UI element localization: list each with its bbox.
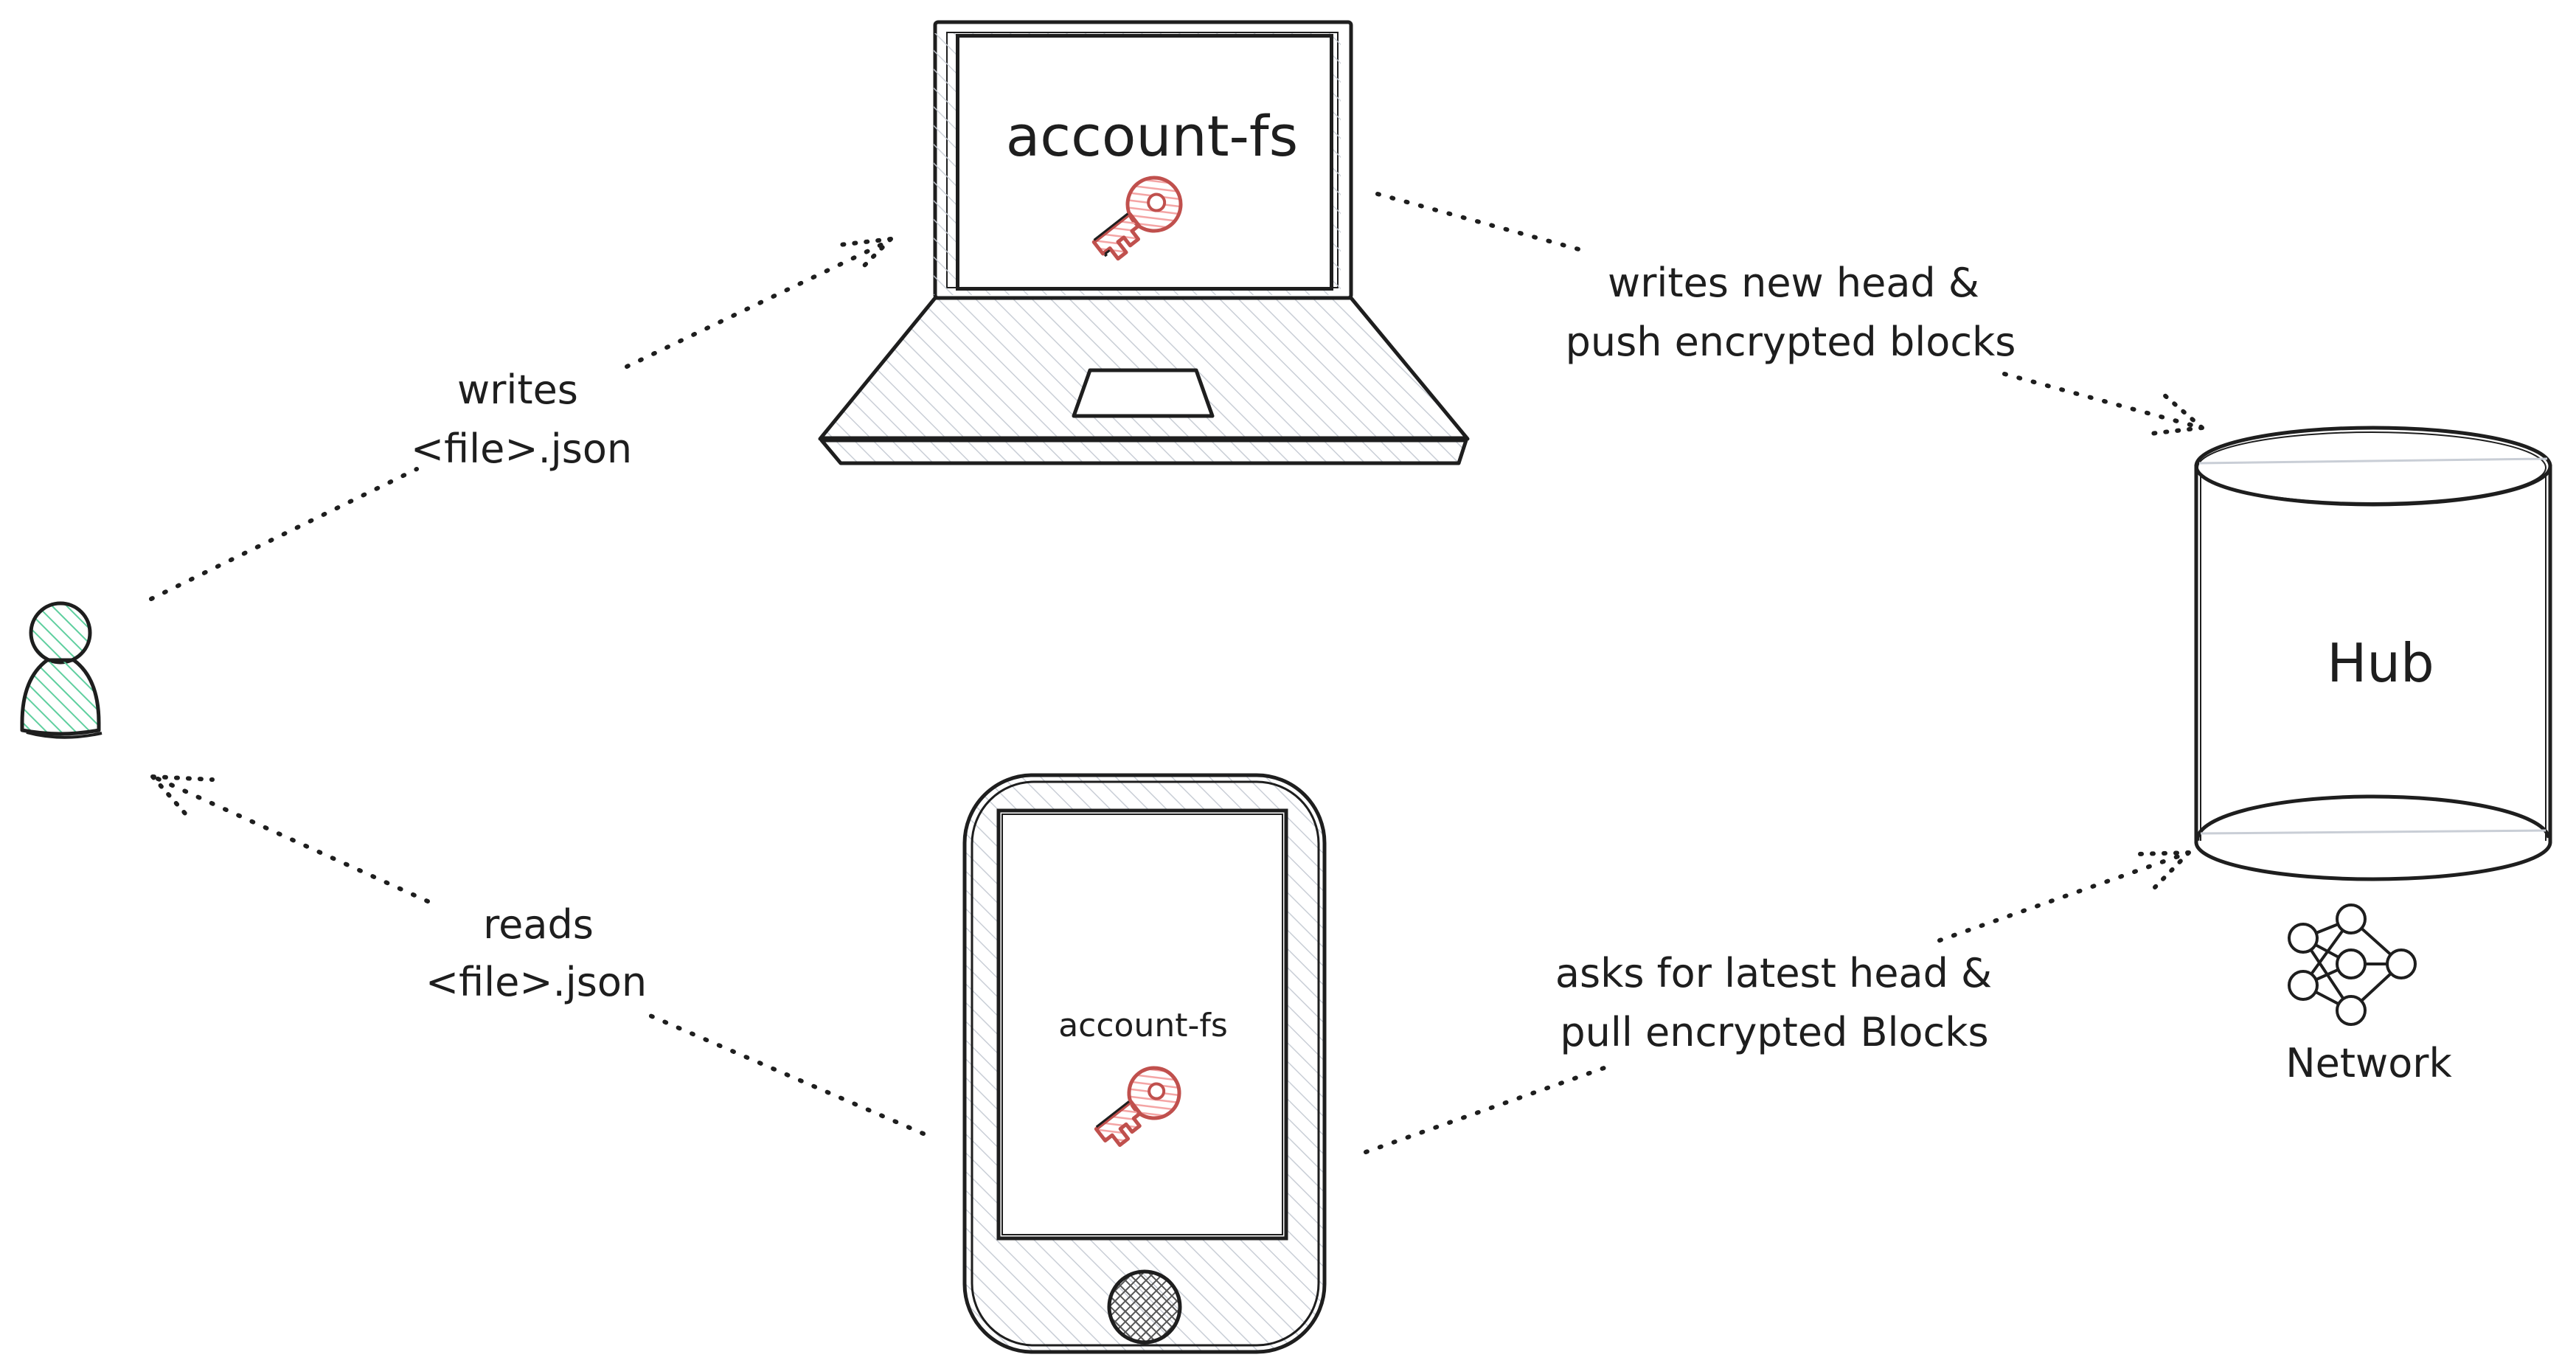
push-label-line2: push encrypted blocks — [1566, 319, 2016, 365]
writes-label-line1: writes — [457, 367, 578, 413]
network-label: Network — [2285, 1040, 2452, 1086]
writes-label-line2: <file>.json — [411, 426, 632, 472]
laptop-node — [818, 20, 1470, 465]
laptop-label: account-fs — [1006, 103, 1299, 169]
phone-label: account-fs — [1058, 1007, 1228, 1044]
pull-label-line1: asks for latest head & — [1555, 950, 1992, 996]
reads-label-line2: <file>.json — [426, 959, 647, 1005]
pull-label-line2: pull encrypted Blocks — [1560, 1009, 1988, 1055]
phone-node — [962, 773, 1327, 1354]
push-label-line1: writes new head & — [1608, 260, 1979, 306]
user-icon — [20, 601, 103, 739]
pull-edge — [1364, 850, 2191, 1154]
reads-edge — [150, 774, 926, 1136]
writes-edge — [149, 237, 893, 601]
reads-label-line1: reads — [483, 901, 594, 948]
architecture-diagram: account-fs account-fs Hub Network writes… — [20, 20, 2552, 1354]
network-icon — [2288, 904, 2417, 1026]
push-edge — [1375, 192, 2204, 436]
hub-label: Hub — [2327, 632, 2434, 694]
